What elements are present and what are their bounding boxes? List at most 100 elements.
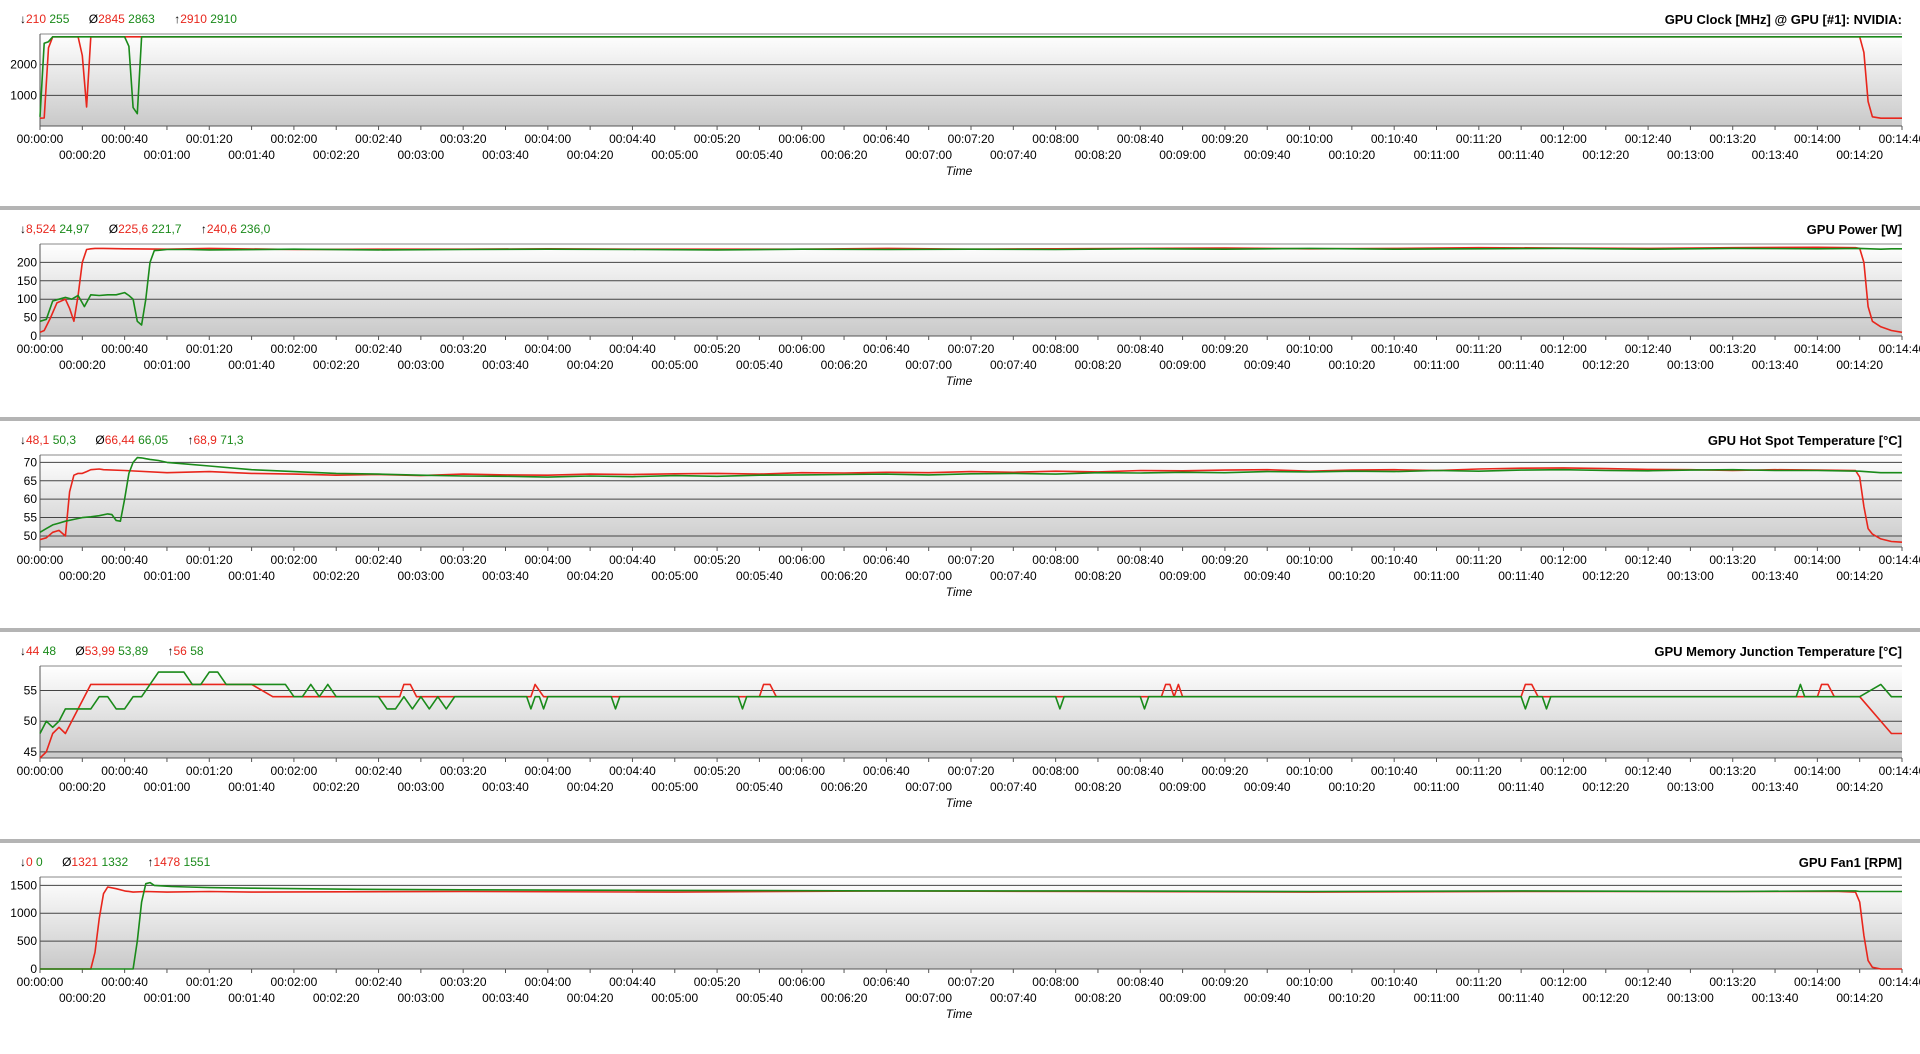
x-tick-label: 00:14:20 xyxy=(1836,780,1883,794)
x-tick-label: 00:13:40 xyxy=(1752,358,1799,372)
x-tick-label: 00:11:00 xyxy=(1414,991,1460,1005)
y-tick-label: 50 xyxy=(24,529,38,543)
x-tick-label: 00:08:40 xyxy=(1117,132,1164,146)
x-tick-label: 00:02:40 xyxy=(355,764,402,778)
x-tick-label: 00:13:40 xyxy=(1752,569,1799,583)
x-tick-label: 00:12:20 xyxy=(1582,569,1629,583)
x-tick-label: 00:01:00 xyxy=(144,780,191,794)
x-tick-label: 00:08:00 xyxy=(1032,132,1079,146)
x-tick-label: 00:02:40 xyxy=(355,132,402,146)
x-tick-label: 00:03:40 xyxy=(482,358,529,372)
max-b: 71,3 xyxy=(220,433,244,447)
y-tick-label: 55 xyxy=(24,684,38,698)
x-tick-label: 00:07:40 xyxy=(990,780,1037,794)
x-tick-label: 00:10:00 xyxy=(1286,342,1333,356)
x-tick-label: 00:10:40 xyxy=(1371,975,1418,989)
x-tick-label: 00:11:00 xyxy=(1414,148,1460,162)
x-tick-label: 00:02:40 xyxy=(355,342,402,356)
y-tick-label: 45 xyxy=(24,745,38,759)
x-tick-label: 00:10:20 xyxy=(1329,780,1376,794)
x-tick-label: 00:11:20 xyxy=(1456,764,1502,778)
x-tick-label: 00:09:20 xyxy=(1202,975,1249,989)
x-tick-label: 00:02:00 xyxy=(271,132,318,146)
x-tick-label: 00:02:20 xyxy=(313,358,360,372)
min-b: 24,97 xyxy=(59,222,90,236)
sensor-graphs: 1000 2000 00:00:00 00:00:40 00:01:20 00:02:00… xyxy=(0,0,1920,1054)
x-tick-label: 00:14:20 xyxy=(1836,148,1883,162)
x-tick-label: 00:02:00 xyxy=(271,764,318,778)
y-tick-label: 55 xyxy=(24,511,38,525)
x-tick-label: 00:04:20 xyxy=(567,780,614,794)
x-tick-label: 00:12:40 xyxy=(1625,132,1672,146)
x-tick-label: 00:01:00 xyxy=(144,569,191,583)
min-b: 0 xyxy=(36,855,43,869)
x-tick-label: 00:05:40 xyxy=(736,569,783,583)
x-tick-label: 00:06:20 xyxy=(821,148,868,162)
x-tick-label: 00:13:20 xyxy=(1709,342,1756,356)
x-tick-label: 00:06:40 xyxy=(863,764,910,778)
x-tick-label: 00:08:20 xyxy=(1075,569,1122,583)
x-axis-label: Time xyxy=(946,585,973,599)
y-tick-label: 100 xyxy=(17,292,37,306)
x-tick-label: 00:05:20 xyxy=(694,975,741,989)
x-tick-label: 00:05:00 xyxy=(651,991,698,1005)
x-tick-label: 00:03:40 xyxy=(482,780,529,794)
x-tick-label: 00:13:00 xyxy=(1667,991,1714,1005)
x-tick-label: 00:04:20 xyxy=(567,569,614,583)
x-tick-label: 00:08:20 xyxy=(1075,358,1122,372)
stats-readout: ↓44 48 Ø53,99 53,89 ↑56 58 xyxy=(20,644,204,658)
x-tick-label: 00:13:40 xyxy=(1752,991,1799,1005)
x-tick-label: 00:02:00 xyxy=(271,553,318,567)
avg-icon: Ø xyxy=(62,855,72,869)
x-tick-label: 00:13:20 xyxy=(1709,132,1756,146)
x-tick-label: 00:00:00 xyxy=(17,975,64,989)
x-tick-label: 00:07:00 xyxy=(905,780,952,794)
x-tick-label: 00:10:40 xyxy=(1371,553,1418,567)
y-tick-label: 0 xyxy=(30,962,37,976)
x-tick-label: 00:13:40 xyxy=(1752,780,1799,794)
avg-a: 2845 xyxy=(98,12,125,26)
x-tick-label: 00:13:20 xyxy=(1709,764,1756,778)
x-tick-label: 00:07:40 xyxy=(990,991,1037,1005)
avg-b: 2863 xyxy=(128,12,155,26)
x-tick-label: 00:08:00 xyxy=(1032,553,1079,567)
x-tick-label: 00:14:00 xyxy=(1794,764,1841,778)
min-a: 44 xyxy=(26,644,40,658)
x-tick-label: 00:06:40 xyxy=(863,132,910,146)
x-tick-label: 00:07:00 xyxy=(905,358,952,372)
x-tick-label: 00:01:00 xyxy=(144,991,191,1005)
plot-area xyxy=(40,244,1902,336)
x-tick-label: 00:04:20 xyxy=(567,991,614,1005)
min-b: 255 xyxy=(49,12,70,26)
x-tick-label: 00:14:00 xyxy=(1794,975,1841,989)
x-tick-label: 00:11:20 xyxy=(1456,553,1502,567)
x-tick-label: 00:09:00 xyxy=(1159,148,1206,162)
x-tick-label: 00:10:20 xyxy=(1329,148,1376,162)
x-tick-label: 00:00:00 xyxy=(17,764,64,778)
max-a: 68,9 xyxy=(193,433,217,447)
x-tick-label: 00:05:00 xyxy=(651,358,698,372)
gpu-memory-junction-temp-panel: 45 50 55 00:00:00 00:00:40 00:01:20 00:02:00 00… xyxy=(0,632,1920,843)
x-tick-label: 00:03:00 xyxy=(398,991,445,1005)
stats-readout: ↓48,1 50,3 Ø66,44 66,05 ↑68,9 71,3 xyxy=(20,433,244,447)
y-tick-label: 50 xyxy=(24,311,38,325)
x-tick-label: 00:13:40 xyxy=(1752,148,1799,162)
avg-b: 53,89 xyxy=(118,644,149,658)
x-tick-label: 00:04:40 xyxy=(609,553,656,567)
x-tick-label: 00:08:20 xyxy=(1075,780,1122,794)
y-tick-label: 1000 xyxy=(10,906,37,920)
x-tick-label: 00:05:40 xyxy=(736,148,783,162)
x-tick-label: 00:12:00 xyxy=(1540,553,1587,567)
y-tick-label: 1500 xyxy=(10,878,37,892)
x-tick-label: 00:11:20 xyxy=(1456,132,1502,146)
x-tick-label: 00:05:00 xyxy=(651,780,698,794)
x-tick-label: 00:04:00 xyxy=(524,553,571,567)
stats-readout: ↓8,524 24,97 Ø225,6 221,7 ↑240,6 236,0 xyxy=(20,222,270,236)
x-tick-label: 00:05:20 xyxy=(694,342,741,356)
x-tick-label: 00:08:40 xyxy=(1117,553,1164,567)
x-tick-label: 00:12:20 xyxy=(1582,358,1629,372)
x-tick-label: 00:06:20 xyxy=(821,358,868,372)
plot-area xyxy=(40,666,1902,758)
x-tick-label: 00:03:40 xyxy=(482,569,529,583)
x-tick-label: 00:09:00 xyxy=(1159,569,1206,583)
